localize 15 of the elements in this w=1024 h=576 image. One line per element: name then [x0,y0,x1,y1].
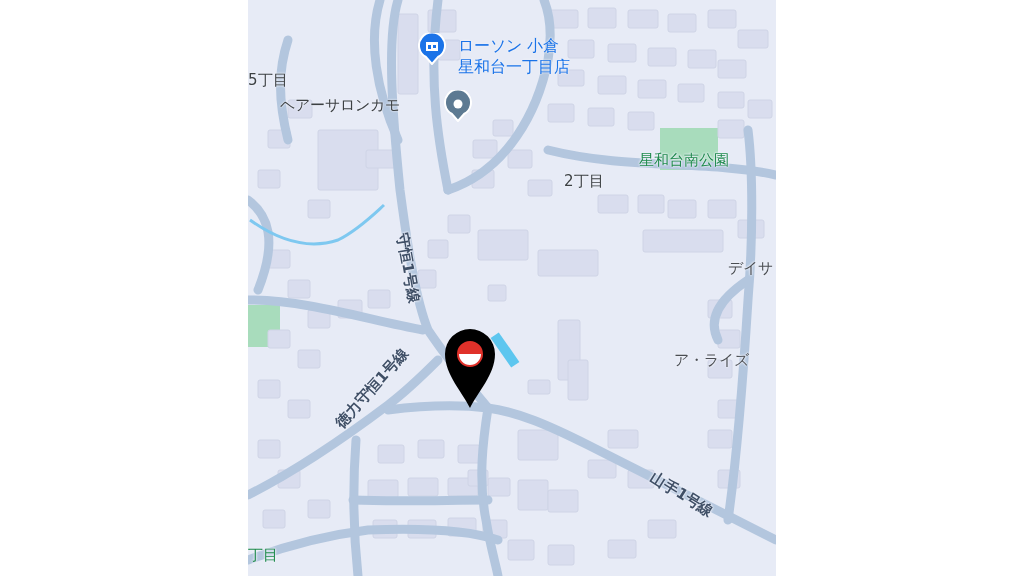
map-view[interactable]: ローソン 小倉 星和台一丁目店 5丁目 ヘアーサロンカモ 星和台南公園 2丁目 守恒1号線 デイサ ア・ライズ 徳力守恒1号線 山手1号線 丁目 [248,0,776,576]
road-label: 山手1号線 [647,467,717,521]
road-label: 守恒1号線 [393,231,423,305]
store-pin-icon[interactable] [418,33,446,65]
road-label: 徳力守恒1号線 [331,344,413,432]
place-label[interactable]: ヘアーサロンカモ [280,95,400,116]
area-label: 星和台南公園 [639,151,729,169]
area-label: 丁目 [248,546,278,564]
area-label: ア・ライズ [674,351,749,369]
place-pin-icon[interactable] [444,90,472,122]
place-label[interactable]: ローソン 小倉 星和台一丁目店 [458,35,570,77]
area-label: 5丁目 [248,71,288,89]
location-pin-icon[interactable] [443,327,497,409]
area-label: デイサ [728,259,773,277]
area-label: 2丁目 [564,172,604,190]
